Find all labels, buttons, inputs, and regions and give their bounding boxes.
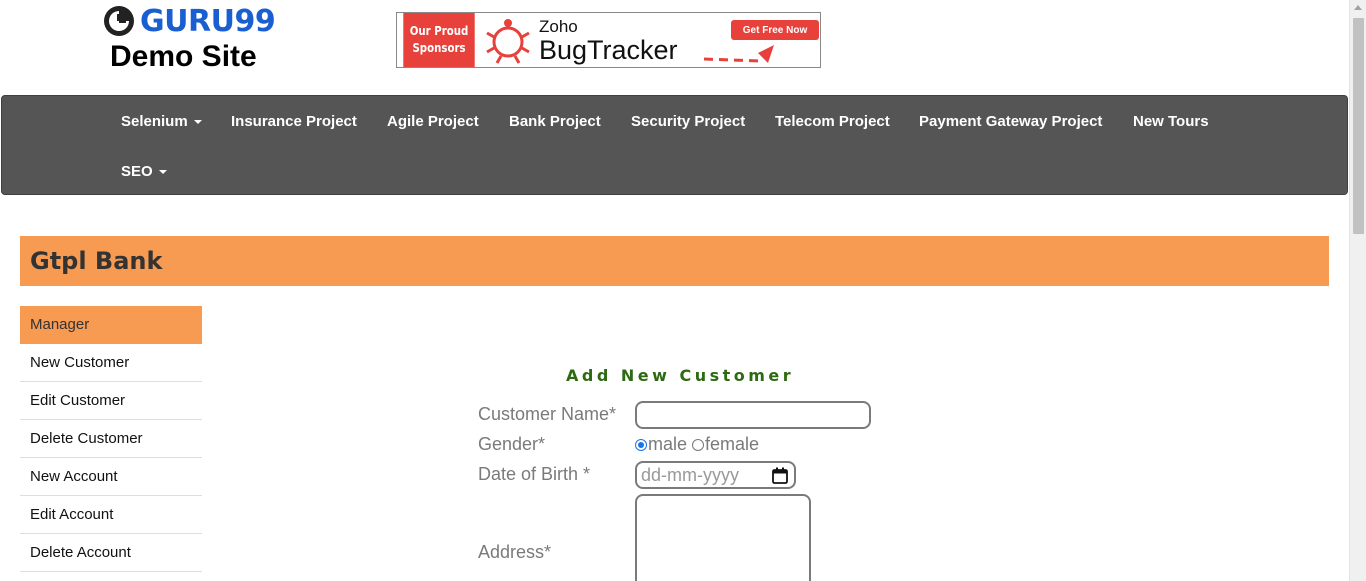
- page-scrollbar[interactable]: [1349, 0, 1366, 581]
- nav-selenium-label: Selenium: [121, 112, 188, 130]
- dob-label: Date of Birth *: [478, 464, 591, 484]
- page: GURU99 Demo Site Our Proud Sponsors Zoho…: [0, 0, 1366, 581]
- sidebar-item-new-account[interactable]: New Account: [20, 458, 202, 496]
- dob-placeholder: dd-mm-yyyy: [641, 464, 739, 485]
- scroll-up-arrow-icon[interactable]: [1354, 5, 1362, 10]
- nav-telecom-project[interactable]: Telecom Project: [775, 96, 890, 146]
- bank-title: Gtpl Bank: [30, 247, 163, 275]
- sponsor-line-2: Sponsors: [412, 41, 466, 55]
- gender-radio-group: male female: [635, 434, 759, 455]
- customer-name-input[interactable]: [635, 401, 871, 429]
- nav-bank-project[interactable]: Bank Project: [509, 96, 601, 146]
- bank-header-bar: Gtpl Bank: [20, 236, 1329, 286]
- gender-male-radio[interactable]: [635, 438, 647, 451]
- gender-male-label: male: [648, 434, 688, 454]
- calendar-icon[interactable]: [772, 467, 788, 484]
- dob-input[interactable]: dd-mm-yyyy: [635, 461, 796, 489]
- sidebar-menu: Manager New Customer Edit Customer Delet…: [20, 306, 202, 572]
- form-heading: Add New Customer: [566, 366, 795, 385]
- address-textarea[interactable]: [635, 494, 811, 581]
- gender-label: Gender*: [478, 434, 546, 454]
- gender-option-female[interactable]: female: [692, 434, 759, 455]
- gender-option-male[interactable]: male: [635, 434, 687, 455]
- customer-name-label: Customer Name*: [478, 404, 617, 424]
- sidebar-item-delete-customer[interactable]: Delete Customer: [20, 420, 202, 458]
- nav-insurance-project[interactable]: Insurance Project: [231, 96, 357, 146]
- caret-down-icon: [193, 120, 202, 124]
- nav-selenium[interactable]: Selenium: [121, 96, 202, 146]
- logo-subtitle: Demo Site: [110, 40, 257, 73]
- nav-security-project[interactable]: Security Project: [631, 96, 745, 146]
- nav-new-tours[interactable]: New Tours: [1133, 96, 1209, 146]
- sidebar-item-manager[interactable]: Manager: [20, 306, 202, 344]
- banner-brand-big: BugTracker: [539, 35, 678, 65]
- site-logo[interactable]: GURU99 Demo Site: [104, 4, 284, 74]
- sidebar-item-edit-customer[interactable]: Edit Customer: [20, 382, 202, 420]
- get-free-now-button[interactable]: Get Free Now: [731, 20, 819, 40]
- logo-text: GURU99: [140, 3, 276, 39]
- sidebar-item-delete-account[interactable]: Delete Account: [20, 534, 202, 572]
- sidebar-item-edit-account[interactable]: Edit Account: [20, 496, 202, 534]
- nav-agile-project[interactable]: Agile Project: [387, 96, 479, 146]
- guru99-logo-icon: [104, 6, 134, 36]
- banner-brand-small: Zoho: [539, 17, 578, 36]
- caret-down-icon: [158, 170, 167, 174]
- nav-seo-label: SEO: [121, 162, 153, 180]
- gender-female-radio[interactable]: [692, 438, 705, 451]
- sponsor-line-1: Our Proud: [409, 24, 469, 38]
- address-label: Address*: [478, 542, 552, 562]
- sponsor-banner[interactable]: Our Proud Sponsors Zoho BugTracker Get F…: [396, 12, 821, 68]
- sponsor-label: Our Proud Sponsors: [403, 13, 475, 67]
- nav-seo[interactable]: SEO: [121, 146, 167, 196]
- dashed-arrow-icon: [703, 45, 774, 63]
- sidebar-item-new-customer[interactable]: New Customer: [20, 344, 202, 382]
- bug-icon: [481, 13, 535, 67]
- gender-female-label: female: [705, 434, 760, 454]
- nav-payment-gateway-project[interactable]: Payment Gateway Project: [919, 96, 1102, 146]
- main-navbar: Selenium Insurance Project Agile Project…: [1, 95, 1348, 195]
- scroll-thumb[interactable]: [1353, 18, 1364, 234]
